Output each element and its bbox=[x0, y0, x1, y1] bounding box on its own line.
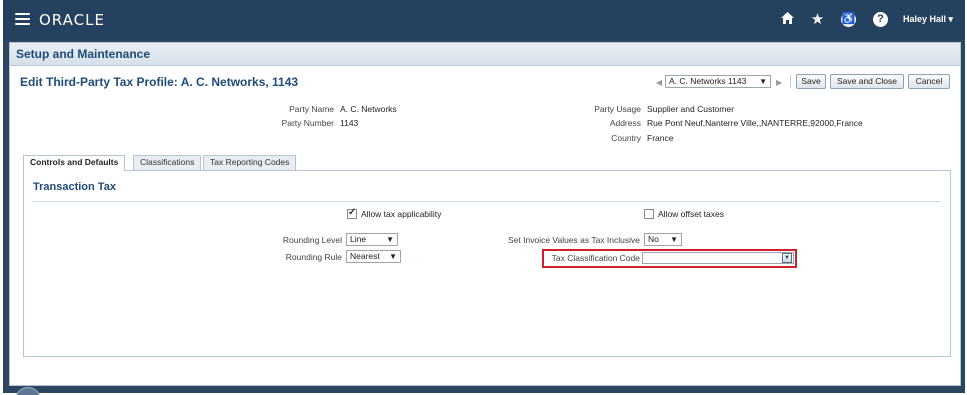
previous-record-icon[interactable]: ◀ bbox=[656, 78, 662, 87]
section-title: Transaction Tax bbox=[33, 181, 116, 193]
setup-title: Setup and Maintenance bbox=[16, 47, 151, 61]
app-frame: ORACLE ★ ♿ ? Haley Hall ▾ Setup and Main… bbox=[3, 0, 965, 395]
party-number-value: 1143 bbox=[340, 118, 359, 128]
rounding-rule-label: Rounding Rule bbox=[285, 252, 342, 262]
tax-classification-code-input[interactable] bbox=[642, 252, 794, 264]
toolbar-divider bbox=[790, 75, 791, 88]
tab-content: Transaction Tax bbox=[23, 170, 951, 357]
allow-tax-applicability-checkbox[interactable] bbox=[347, 207, 357, 219]
dropdown-icon[interactable]: ▼ bbox=[782, 253, 792, 263]
record-selector[interactable]: A. C. Networks 1143 ▼ bbox=[665, 75, 771, 88]
allow-offset-taxes-checkbox[interactable] bbox=[644, 209, 654, 219]
set-invoice-values-value: No bbox=[648, 234, 659, 244]
country-value: France bbox=[647, 133, 674, 143]
record-selector-value: A. C. Networks 1143 bbox=[669, 76, 747, 86]
save-button[interactable]: Save bbox=[796, 74, 826, 89]
menu-icon[interactable] bbox=[15, 13, 30, 25]
chevron-down-icon: ▾ bbox=[948, 14, 954, 24]
rounding-rule-select[interactable]: Nearest ▼ bbox=[346, 250, 401, 263]
next-record-icon[interactable]: ▶ bbox=[776, 78, 782, 87]
tab-tax-reporting-codes[interactable]: Tax Reporting Codes bbox=[203, 155, 297, 170]
party-name-label: Party Name bbox=[289, 104, 334, 114]
party-number-label: Party Number bbox=[281, 118, 334, 128]
chevron-down-icon: ▼ bbox=[386, 235, 394, 244]
address-label: Address bbox=[609, 118, 641, 128]
party-name-value: A. C. Networks bbox=[340, 104, 397, 114]
set-invoice-values-select[interactable]: No ▼ bbox=[644, 233, 682, 246]
home-icon[interactable] bbox=[779, 11, 796, 28]
top-bar: ORACLE ★ ♿ ? Haley Hall ▾ bbox=[3, 0, 965, 40]
accessibility-icon[interactable]: ♿ bbox=[841, 12, 856, 27]
main-panel: Setup and Maintenance Edit Third-Party T… bbox=[9, 42, 961, 386]
star-icon[interactable]: ★ bbox=[809, 11, 826, 28]
tax-classification-code-label: Tax Classification Code bbox=[551, 253, 640, 263]
bottom-handle[interactable] bbox=[15, 387, 41, 395]
chevron-down-icon: ▼ bbox=[389, 252, 397, 261]
save-and-close-button[interactable]: Save and Close bbox=[830, 74, 904, 89]
party-usage-label: Party Usage bbox=[594, 104, 641, 114]
allow-tax-applicability-label: Allow tax applicability bbox=[361, 209, 442, 219]
oracle-logo: ORACLE bbox=[39, 11, 105, 29]
help-icon[interactable]: ? bbox=[873, 12, 888, 27]
setup-header: Setup and Maintenance bbox=[10, 43, 960, 66]
address-value: Rue Pont Neuf,Nanterre Ville,,NANTERRE,9… bbox=[647, 118, 863, 128]
country-label: Country bbox=[611, 133, 641, 143]
tab-classifications[interactable]: Classifications bbox=[133, 155, 202, 170]
allow-offset-taxes-label: Allow offset taxes bbox=[658, 209, 724, 219]
user-menu[interactable]: Haley Hall ▾ bbox=[903, 14, 953, 25]
rounding-level-label: Rounding Level bbox=[282, 235, 342, 245]
tab-controls-and-defaults[interactable]: Controls and Defaults bbox=[23, 155, 126, 171]
section-divider bbox=[33, 201, 941, 202]
set-invoice-values-label: Set Invoice Values as Tax Inclusive bbox=[508, 235, 640, 245]
party-usage-value: Supplier and Customer bbox=[647, 104, 734, 114]
user-name: Haley Hall bbox=[903, 14, 947, 24]
page-title: Edit Third-Party Tax Profile: A. C. Netw… bbox=[20, 75, 299, 89]
chevron-down-icon: ▼ bbox=[670, 235, 678, 244]
rounding-rule-value: Nearest bbox=[350, 251, 380, 261]
rounding-level-select[interactable]: Line ▼ bbox=[346, 233, 398, 246]
rounding-level-value: Line bbox=[350, 234, 367, 244]
cancel-button[interactable]: Cancel bbox=[908, 74, 950, 89]
chevron-down-icon: ▼ bbox=[759, 77, 767, 86]
